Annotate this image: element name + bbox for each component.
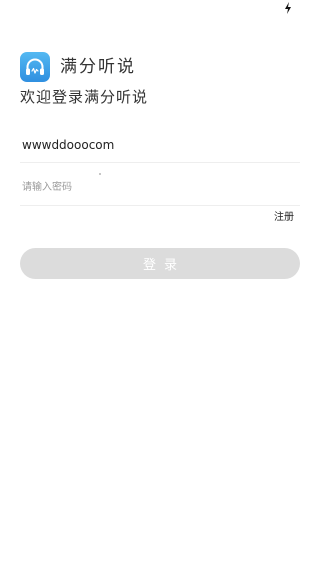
charging-bolt-icon: [285, 2, 291, 14]
register-link[interactable]: 注册: [274, 209, 294, 227]
app-name: 满分听说: [60, 57, 136, 77]
password-input[interactable]: [20, 170, 300, 205]
password-field: [20, 170, 300, 206]
brand-header: 满分听说: [20, 52, 136, 82]
status-bar: [0, 0, 320, 20]
headphones-icon: [26, 58, 44, 75]
login-button[interactable]: 登录: [20, 248, 300, 279]
app-logo: [20, 52, 50, 82]
username-input[interactable]: [20, 127, 300, 162]
login-screen: 满分听说 欢迎登录满分听说 注册 登录: [0, 0, 320, 569]
welcome-heading: 欢迎登录满分听说: [20, 88, 149, 106]
username-field: [20, 127, 300, 163]
